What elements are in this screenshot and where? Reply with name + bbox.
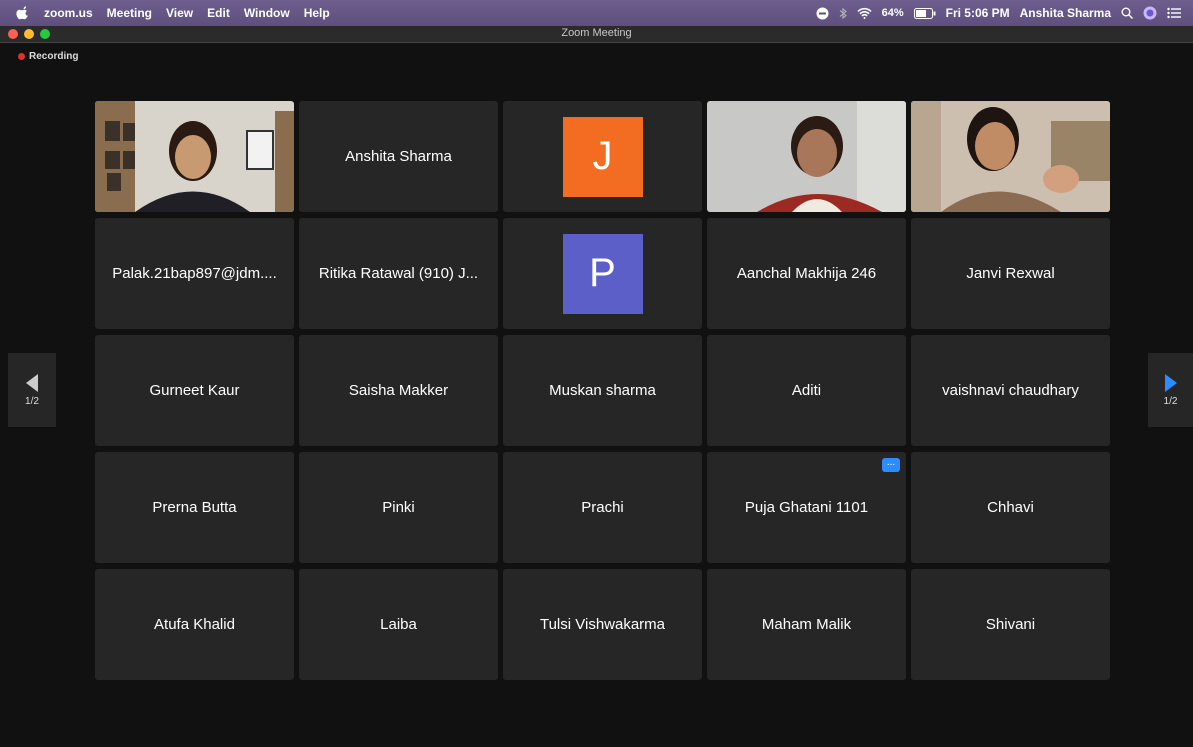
arrow-right-icon [1164, 373, 1177, 392]
menu-meeting[interactable]: Meeting [107, 6, 152, 20]
menu-help[interactable]: Help [304, 6, 330, 20]
participant-name: Maham Malik [761, 616, 852, 633]
participant-tile[interactable]: Prachi [503, 452, 702, 563]
menubar-user[interactable]: Anshita Sharma [1020, 6, 1111, 20]
arrow-left-icon [26, 373, 38, 392]
participant-name: Janvi Rexwal [966, 265, 1055, 282]
participant-tile[interactable]: Palak.21bap897@jdm.... [95, 218, 294, 329]
menu-window[interactable]: Window [244, 6, 290, 20]
participant-tile[interactable]: vaishnavi chaudhary [911, 335, 1110, 446]
bluetooth-icon[interactable] [839, 7, 847, 20]
participant-tile[interactable]: Aanchal Makhija 246 [707, 218, 906, 329]
participant-tile[interactable]: Aditi [707, 335, 906, 446]
participant-tile[interactable]: Ritika Ratawal (910) J... [299, 218, 498, 329]
battery-icon[interactable] [913, 7, 936, 19]
spotlight-search-icon[interactable] [1121, 7, 1133, 19]
participant-tile[interactable]: Janvi Rexwal [911, 218, 1110, 329]
menu-bar: zoom.us Meeting View Edit Window Help 64… [0, 0, 1193, 26]
do-not-disturb-icon[interactable] [816, 7, 829, 20]
participant-tile-avatar[interactable]: P [503, 218, 702, 329]
notification-center-icon[interactable] [1167, 7, 1181, 19]
participant-video-woman-office [95, 101, 294, 212]
participant-name: Palak.21bap897@jdm.... [112, 265, 277, 282]
participant-tile[interactable]: Anshita Sharma [299, 101, 498, 212]
participant-name: Atufa Khalid [154, 616, 235, 633]
recording-dot-icon [18, 53, 25, 60]
menu-view[interactable]: View [166, 6, 193, 20]
participant-name: Gurneet Kaur [149, 382, 240, 399]
participant-name: Ritika Ratawal (910) J... [318, 265, 479, 282]
participant-tile-video[interactable] [95, 101, 294, 212]
participant-avatar-initial: J [562, 116, 643, 197]
window-title: Zoom Meeting [561, 27, 632, 39]
participant-name: Muskan sharma [549, 382, 656, 399]
menu-app-zoom[interactable]: zoom.us [44, 6, 93, 20]
next-page-button[interactable]: 1/2 [1148, 353, 1193, 427]
battery-percent: 64% [881, 7, 904, 19]
participant-name: Chhavi [987, 499, 1034, 516]
participant-tile[interactable]: Laiba [299, 569, 498, 680]
participant-more-button[interactable]: ... [882, 458, 900, 472]
participant-name: Anshita Sharma [345, 148, 452, 165]
participant-name: Tulsi Vishwakarma [539, 616, 666, 633]
participant-name: Shivani [985, 616, 1036, 633]
participant-tile[interactable]: Chhavi [911, 452, 1110, 563]
participant-avatar-initial: P [562, 233, 643, 314]
participant-name: Prachi [581, 499, 624, 516]
participant-tile[interactable]: Maham Malik [707, 569, 906, 680]
participant-tile[interactable]: Gurneet Kaur [95, 335, 294, 446]
participant-tile[interactable]: Tulsi Vishwakarma [503, 569, 702, 680]
participant-name: Pinki [382, 499, 415, 516]
participant-name: vaishnavi chaudhary [942, 382, 1079, 399]
apple-icon[interactable] [16, 6, 30, 20]
participant-tile[interactable]: Prerna Butta [95, 452, 294, 563]
participant-name: Prerna Butta [152, 499, 237, 516]
previous-page-button[interactable]: 1/2 [8, 353, 56, 427]
participant-tile[interactable]: ... Puja Ghatani 1101 [707, 452, 906, 563]
participant-name: Aditi [791, 382, 822, 399]
siri-icon[interactable] [1143, 6, 1157, 20]
menu-edit[interactable]: Edit [207, 6, 230, 20]
recording-indicator[interactable]: Recording [18, 51, 78, 62]
participant-tile[interactable]: Pinki [299, 452, 498, 563]
page-indicator-left: 1/2 [25, 395, 39, 407]
participant-name: Laiba [380, 616, 417, 633]
participant-video-woman-speaking [911, 101, 1110, 212]
participant-name: Puja Ghatani 1101 [744, 499, 869, 516]
participant-tile-avatar[interactable]: J [503, 101, 702, 212]
window-title-bar: Zoom Meeting [0, 26, 1193, 43]
participant-video-older-woman [707, 101, 906, 212]
meeting-stage: Recording 1/2 Anshita Sharma J Palak.21b… [0, 43, 1193, 747]
participant-tile[interactable]: Atufa Khalid [95, 569, 294, 680]
participant-name: Aanchal Makhija 246 [736, 265, 877, 282]
participant-tile[interactable]: Shivani [911, 569, 1110, 680]
participant-tile[interactable]: Saisha Makker [299, 335, 498, 446]
participant-tile-active-speaker[interactable] [911, 101, 1110, 212]
participant-name: Saisha Makker [348, 382, 449, 399]
wifi-icon[interactable] [857, 7, 872, 19]
recording-label: Recording [29, 51, 79, 62]
page-indicator-right: 1/2 [1163, 395, 1178, 407]
participant-grid: Anshita Sharma J Palak.21bap897@jdm.... … [95, 101, 1110, 681]
menubar-clock[interactable]: Fri 5:06 PM [946, 6, 1010, 20]
participant-tile-video[interactable] [707, 101, 906, 212]
participant-tile[interactable]: Muskan sharma [503, 335, 702, 446]
